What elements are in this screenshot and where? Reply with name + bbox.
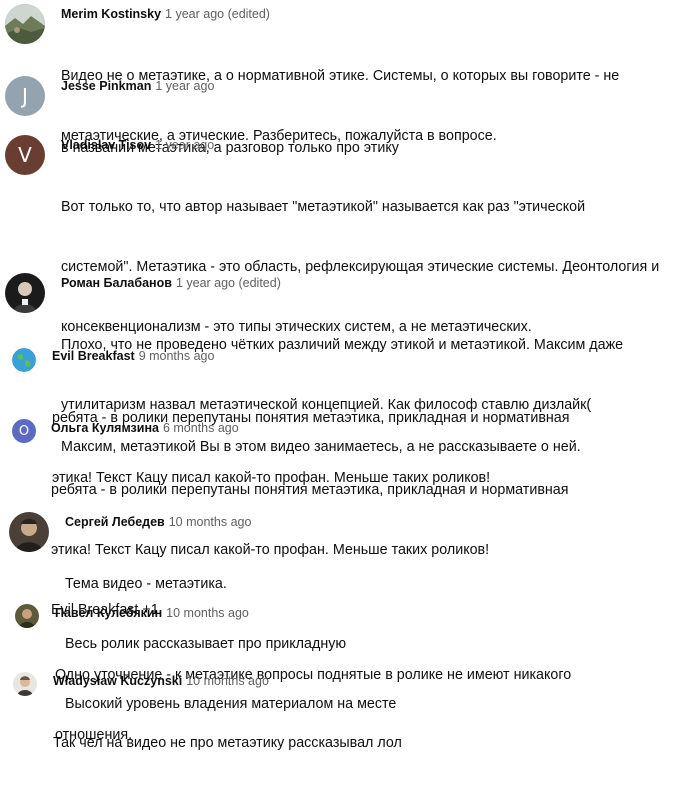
timestamp[interactable]: 10 months ago	[186, 674, 269, 688]
author-name[interactable]: Vladislav Tisov	[61, 138, 151, 152]
letter-avatar[interactable]: O	[12, 419, 36, 443]
comment-text: Так чел на видео не про метаэтику расска…	[53, 693, 680, 793]
comment-line: Тема видео - метаэтика.	[65, 576, 227, 592]
comment-meta: Merim Kostinsky 1 year ago (edited)	[61, 6, 270, 22]
author-name[interactable]: Evil Breakfast	[52, 349, 135, 363]
comment-meta: Vladislav Tisov 1 year ago	[61, 137, 214, 153]
comment-line: Вот только то, что автор называет "метаэ…	[61, 199, 586, 215]
timestamp[interactable]: 10 months ago	[166, 606, 249, 620]
timestamp[interactable]: 1 year ago	[155, 138, 214, 152]
portrait-photo-avatar[interactable]	[13, 672, 37, 696]
earth-logo-avatar[interactable]	[12, 348, 36, 372]
letter-avatar[interactable]: J	[5, 76, 45, 116]
avatar-letter: J	[22, 84, 28, 108]
comment-line: ребята - в ролики перепутаны понятия мет…	[51, 482, 569, 498]
timestamp[interactable]: 9 months ago	[139, 349, 215, 363]
author-name[interactable]: Сергей Лебедев	[65, 515, 165, 529]
comment-meta: Jesse Pinkman 1 year ago	[61, 78, 214, 94]
timestamp[interactable]: 10 months ago	[169, 515, 252, 529]
comment-line: системой". Метаэтика - это область, рефл…	[61, 259, 660, 275]
author-name[interactable]: Павел Кулебякин	[55, 606, 162, 620]
author-name[interactable]: Jesse Pinkman	[61, 79, 151, 93]
timestamp[interactable]: 1 year ago (edited)	[176, 276, 281, 290]
comment-meta: Павел Кулебякин 10 months ago	[55, 605, 249, 621]
portrait-photo-avatar[interactable]	[9, 512, 49, 552]
comment-meta: Władysław Kuczynski 10 months ago	[53, 673, 269, 689]
author-name[interactable]: Ольга Кулямзина	[51, 421, 159, 435]
timestamp[interactable]: 1 year ago (edited)	[165, 7, 270, 21]
portrait-photo-avatar[interactable]	[15, 604, 39, 628]
comment-meta: Сергей Лебедев 10 months ago	[65, 514, 251, 530]
avatar-letter: V	[18, 143, 32, 167]
timestamp[interactable]: 6 months ago	[163, 421, 239, 435]
portrait-photo-avatar[interactable]	[5, 273, 45, 313]
comment-meta: Evil Breakfast 9 months ago	[52, 348, 214, 364]
comment-line: Так чел на видео не про метаэтику расска…	[53, 735, 402, 751]
avatar-letter: O	[18, 423, 30, 439]
landscape-photo-avatar[interactable]	[5, 4, 45, 44]
author-name[interactable]: Władysław Kuczynski	[53, 674, 182, 688]
timestamp[interactable]: 1 year ago	[155, 79, 214, 93]
author-name[interactable]: Роман Балабанов	[61, 276, 172, 290]
comment-meta: Ольга Кулямзина 6 months ago	[51, 420, 239, 436]
comment-meta: Роман Балабанов 1 year ago (edited)	[61, 275, 281, 291]
author-name[interactable]: Merim Kostinsky	[61, 7, 161, 21]
letter-avatar[interactable]: V	[5, 135, 45, 175]
